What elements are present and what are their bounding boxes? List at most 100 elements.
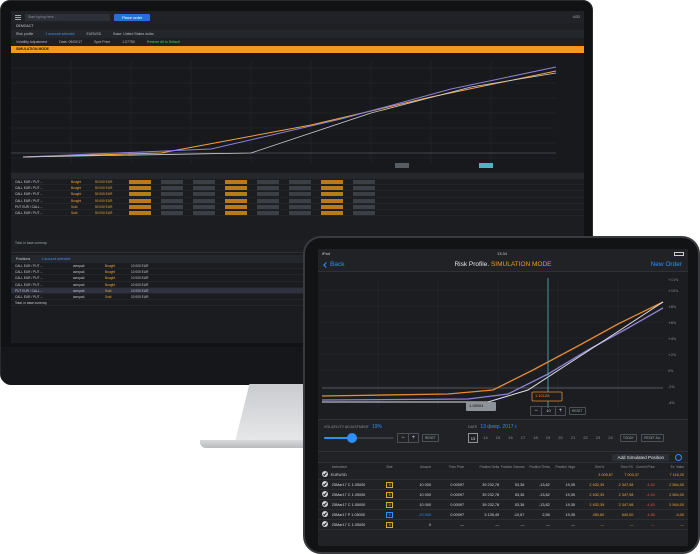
hamburger-menu-icon[interactable] (15, 14, 21, 20)
add-simulated-position-button[interactable]: Add Simulated Position (612, 453, 669, 461)
value-cell (289, 204, 311, 209)
instrument-cell: CALL EUR / PUT ... (15, 264, 43, 268)
chart-stepper-value: 10 (541, 407, 555, 415)
side-cell: Bought (105, 270, 116, 275)
accounts-selector[interactable]: 1 account selected (45, 32, 74, 36)
column-header[interactable]: Sim.% (575, 465, 604, 469)
table-row[interactable]: 25Mar17 C 1.05000 B 10 000 0.00097 39 232,78… (318, 490, 688, 500)
tp-cell: 0.00097 (450, 502, 465, 507)
side-badge: S (386, 511, 394, 518)
check-icon[interactable] (322, 491, 328, 497)
gear-icon[interactable] (675, 453, 682, 461)
day-22[interactable]: 22 (581, 433, 591, 443)
group-check-icon[interactable] (322, 471, 328, 477)
row-check-cell (322, 501, 332, 508)
column-header[interactable]: Theo P/L (604, 465, 633, 469)
pv-cell: 19,35 (565, 512, 576, 517)
table-row[interactable]: 25Mar17 P 1.05000 S -10 000 0.00097 3 135,49… (318, 510, 688, 520)
tp-cell: 0.00097 (450, 512, 465, 517)
svg-text:+4%: +4% (668, 337, 677, 341)
restore-default-link[interactable]: Restore All to Default (147, 40, 180, 44)
battery-icon (674, 251, 684, 256)
day-20[interactable]: 20 (556, 433, 566, 443)
value-cell (129, 192, 151, 197)
check-icon[interactable] (322, 501, 328, 507)
column-header[interactable]: Position Vega (550, 465, 576, 469)
value-cell (321, 186, 343, 191)
column-header[interactable]: Theo Price (431, 465, 464, 469)
side-badge: B (386, 501, 394, 508)
table-row[interactable]: 25Mar17 C 1.05000 B 10 000 0.00097 39 232,78… (318, 500, 688, 510)
day-21[interactable]: 21 (568, 433, 578, 443)
column-header[interactable]: Side (386, 465, 400, 469)
reset-all-button[interactable]: RESET ALL (641, 434, 665, 442)
column-header[interactable]: Position Gamma (499, 465, 525, 469)
svg-text:+8%: +8% (668, 305, 677, 309)
side-badge: B (386, 491, 394, 498)
new-order-button[interactable]: New Order (651, 261, 682, 268)
volatility-plus-button[interactable]: + (408, 434, 418, 442)
volatility-minus-button[interactable]: − (398, 434, 408, 442)
side-badge: B (386, 521, 394, 528)
date-label[interactable]: Date: 09/02/17 (59, 40, 82, 44)
spot-price-label: Spot Price (94, 40, 111, 44)
check-icon[interactable] (322, 481, 328, 487)
column-header[interactable]: Amount (400, 465, 431, 469)
pg-cell: -10,67 (513, 512, 525, 517)
simulation-controls-panel: VOLATILITY ADJUSTMENT 19% − + RESET DATE… (318, 420, 688, 452)
value-cell (225, 204, 247, 209)
pair-select[interactable]: EURUSD (87, 32, 102, 36)
value-cell (161, 198, 183, 203)
pd-cell: 39 232,78 (482, 502, 500, 507)
day-24[interactable]: 24 (606, 433, 616, 443)
day-16[interactable]: 16 (506, 433, 516, 443)
day-19[interactable]: 19 (543, 433, 553, 443)
spot-price-value[interactable]: 1.07750 (122, 40, 135, 44)
table-row[interactable]: CALL EUR / PUT ... Sold 50 000 EUR (11, 210, 584, 217)
tp-cell: — (460, 522, 465, 527)
column-header[interactable]: Position Theta (524, 465, 549, 469)
instrument-cell: CALL EUR / PUT ... (15, 270, 43, 275)
cp-cell: -4,63 (646, 492, 655, 497)
volatility-reset-button[interactable]: RESET (422, 434, 439, 442)
column-header[interactable]: Ex. Value (655, 465, 684, 469)
check-icon[interactable] (322, 521, 328, 527)
group-row-eurusd[interactable]: EURUSD 3 005,57 7 003,37 7 116,20 (318, 470, 688, 480)
positions-accounts-selector[interactable]: 1 account selected (41, 257, 70, 261)
day-23[interactable]: 23 (593, 433, 603, 443)
day-17[interactable]: 17 (518, 433, 528, 443)
day-14[interactable]: 14 (481, 433, 491, 443)
row-check-cell (322, 521, 332, 528)
chevron-left-icon (323, 261, 329, 268)
tablet-risk-chart[interactable]: +11% +10% +8% +6% +4% +2% 0% -2% -4% 1.08504 1… (318, 272, 688, 420)
day-13[interactable]: 13 (468, 433, 478, 443)
spot-marker-label: 1.08504 (469, 403, 484, 408)
volatility-slider-thumb[interactable] (347, 433, 357, 443)
side-cell: Bought (71, 180, 82, 184)
chart-plus-button[interactable]: + (555, 407, 565, 415)
table-header: Instrument Side Amount Theo Price Position D… (318, 463, 688, 470)
account-tab[interactable]: DEMOACT (11, 23, 584, 30)
day-18[interactable]: 18 (531, 433, 541, 443)
check-icon[interactable] (322, 511, 328, 517)
pg-cell: 53,36 (514, 502, 525, 507)
back-button[interactable]: Back (323, 261, 344, 268)
column-header[interactable]: Instrument (332, 465, 387, 469)
pt-cell: -13,82 (538, 492, 550, 497)
volatility-slider[interactable] (324, 433, 394, 443)
table-row[interactable]: 25Mar17 C 1.05000 B 0 — — — — — — — — — (318, 520, 688, 530)
search-input[interactable]: Start typing here... (25, 13, 110, 21)
simulation-controls: Volatility Adjustment Date: 09/02/17 Spo… (11, 38, 584, 46)
place-order-button[interactable]: Place order (114, 13, 151, 21)
day-15[interactable]: 15 (493, 433, 503, 443)
today-button[interactable]: TODAY (620, 434, 637, 442)
pv-cell: — (571, 522, 576, 527)
chart-minus-button[interactable]: − (531, 407, 541, 415)
currency-select[interactable]: USD (573, 15, 580, 19)
ex-cell: 2 564,00 (669, 492, 684, 497)
column-header[interactable]: Position Delta (464, 465, 499, 469)
column-header[interactable]: Current Price (633, 465, 655, 469)
chart-reset-button[interactable]: RESET (569, 407, 586, 415)
table-row[interactable]: 25Mar17 C 1.05000 B 10 000 0.00097 39 232,78… (318, 480, 688, 490)
desktop-topbar: Start typing here... Place order USD (11, 11, 584, 23)
